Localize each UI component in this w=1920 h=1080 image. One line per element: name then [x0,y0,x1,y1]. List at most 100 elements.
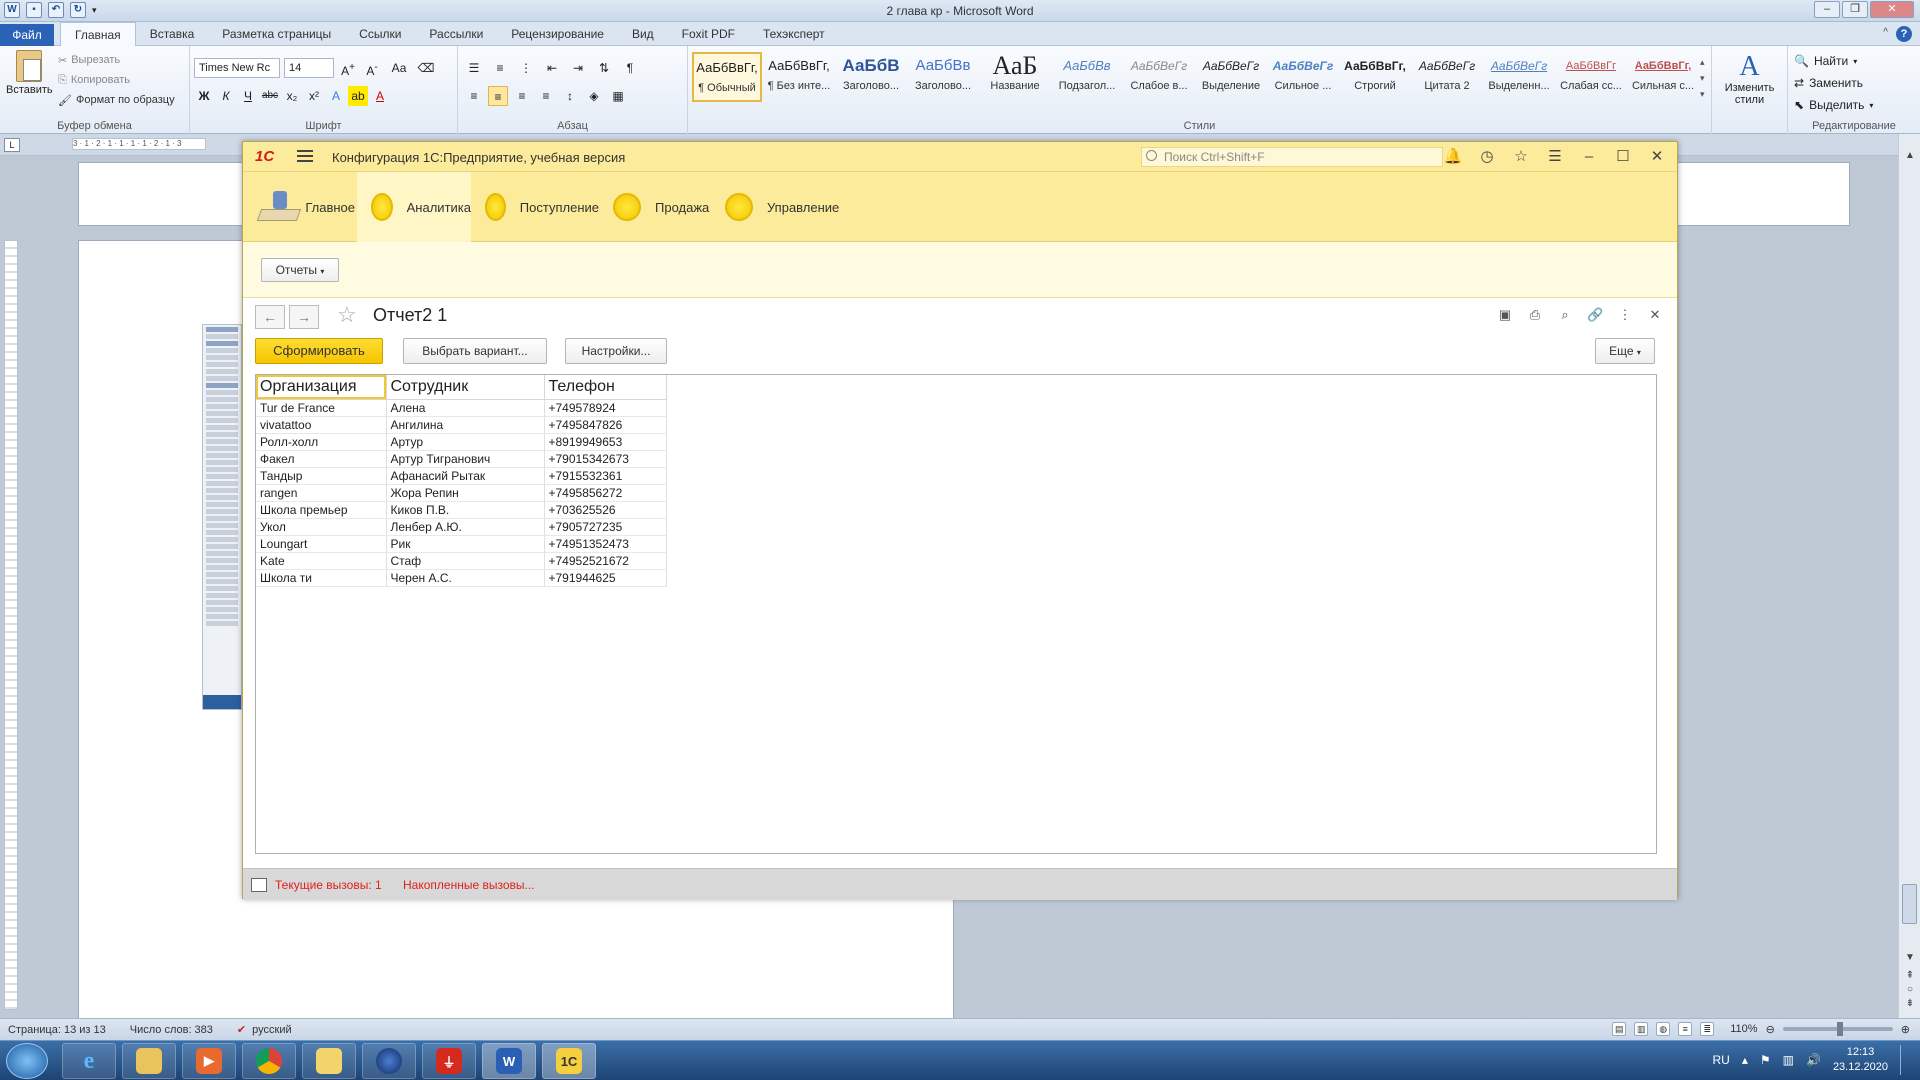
cell-employee[interactable]: Жора Репин [386,484,545,502]
print-icon[interactable]: ⎙ [1527,307,1543,323]
main-menu-icon[interactable] [297,150,313,162]
cell-employee[interactable]: Артур Тигранович [386,450,545,468]
status-page[interactable]: Страница: 13 из 13 [8,1024,106,1036]
cell-organization[interactable]: Школа ти [256,569,387,587]
tray-network-icon[interactable]: ▥ [1783,1053,1794,1067]
report-spreadsheet[interactable]: Организация Сотрудник Телефон Tur de Fra… [255,374,1657,854]
style-heading-1[interactable]: АаБбВ Заголово... [836,52,906,102]
numbering-icon[interactable]: ≡ [490,58,510,78]
style-intense-reference[interactable]: АаБбВвГг, Сильная с... [1628,52,1698,102]
scroll-thumb[interactable] [1902,884,1917,924]
tab-foxit-pdf[interactable]: Foxit PDF [668,22,749,46]
line-spacing-icon[interactable]: ↕ [560,86,580,106]
cell-employee[interactable]: Рик [386,535,545,553]
vertical-scrollbar[interactable]: ▲ ▼ ⇞ ○ ⇟ [1898,134,1920,1018]
highlight-icon[interactable]: ab [348,86,368,106]
window-list-icon[interactable] [251,878,267,892]
cell-organization[interactable]: Loungart [256,535,387,553]
favorites-star-icon[interactable]: ☆ [1509,147,1533,167]
font-color-icon[interactable]: A [370,86,390,106]
taskbar-1c-icon[interactable]: 1С [542,1043,596,1079]
zoom-level[interactable]: 110% [1730,1023,1757,1035]
current-calls-link[interactable]: Текущие вызовы: 1 [275,878,382,892]
forward-arrow-icon[interactable]: → [289,305,319,329]
tab-view[interactable]: Вид [618,22,668,46]
more-dropdown-button[interactable]: Еще ▾ [1595,338,1655,364]
tab-home[interactable]: Главная [60,22,136,46]
cut-button[interactable]: ✂ Вырезать [58,50,175,70]
change-case-button[interactable]: Аа [386,58,412,78]
section-management[interactable]: Управление [711,172,841,242]
section-analytics[interactable]: Аналитика [357,172,471,242]
notifications-bell-icon[interactable]: 🔔 [1441,147,1465,167]
section-sales[interactable]: Продажа [599,172,711,242]
align-right-icon[interactable]: ≡ [512,86,532,106]
add-to-favorites-star-icon[interactable]: ☆ [337,303,357,327]
paste-button[interactable]: Вставить [6,50,53,96]
tray-show-hidden-icon[interactable]: ▴ [1742,1053,1748,1067]
style-subtle-emphasis[interactable]: АаБбВеГг Слабое в... [1124,52,1194,102]
align-center-icon[interactable]: ≡ [488,86,508,106]
select-button[interactable]: ⬉ Выделить ▾ [1794,94,1873,116]
copy-button[interactable]: ⎘ Копировать [58,70,175,90]
tab-techexpert[interactable]: Техэксперт [749,22,839,46]
decrease-indent-icon[interactable]: ⇤ [542,58,562,78]
cell-employee[interactable]: Черен А.С. [386,569,545,587]
next-page-icon[interactable]: ⇟ [1899,998,1920,1009]
ribbon-collapse-icon[interactable]: ^ [1883,27,1888,38]
tab-selector-icon[interactable]: L [4,138,20,152]
format-painter-button[interactable]: 🖌 Формат по образцу [58,90,175,110]
column-header-phone[interactable]: Телефон [544,375,667,400]
subscript-button[interactable]: x₂ [282,86,302,106]
cell-employee[interactable]: Алена [386,399,545,417]
taskbar-globe-icon[interactable] [362,1043,416,1079]
text-effects-icon[interactable]: A [326,86,346,106]
styles-scroll-icon[interactable]: ▴ ▾ ▾ [1700,54,1712,102]
find-button[interactable]: 🔍 Найти ▾ [1794,50,1873,72]
taskbar-folder-icon[interactable] [302,1043,356,1079]
replace-button[interactable]: ⇄ Заменить [1794,72,1873,94]
cell-phone[interactable]: +74951352473 [544,535,667,553]
settings-button[interactable]: Настройки... [565,338,667,364]
history-icon[interactable]: ◷ [1475,147,1499,167]
strikethrough-button[interactable]: abc [260,86,280,106]
cell-organization[interactable]: Ролл-холл [256,433,387,451]
embedded-screenshot-image[interactable] [202,324,242,710]
status-language[interactable]: ✔ русский [237,1023,292,1037]
shrink-font-icon[interactable]: A- [362,58,382,78]
link-icon[interactable]: 🔗 [1587,307,1603,323]
section-main[interactable]: Главное [255,172,355,242]
maximize-button[interactable]: ❐ [1842,1,1868,18]
scroll-up-icon[interactable]: ▲ [1899,150,1920,161]
underline-button[interactable]: Ч [238,86,258,106]
borders-icon[interactable]: ▦ [608,86,628,106]
accumulated-calls-link[interactable]: Накопленные вызовы... [403,878,535,892]
more-actions-icon[interactable]: ⋮ [1617,307,1633,323]
reports-dropdown-button[interactable]: Отчеты ▾ [261,258,339,282]
cell-organization[interactable]: vivatattoo [256,416,387,434]
cell-organization[interactable]: Факел [256,450,387,468]
column-header-employee[interactable]: Сотрудник [386,375,545,400]
cell-organization[interactable]: Укол [256,518,387,536]
cell-phone[interactable]: +7905727235 [544,518,667,536]
cell-phone[interactable]: +749578924 [544,399,667,417]
clear-format-icon[interactable]: ⌫ [416,58,436,78]
tray-flag-icon[interactable]: ⚑ [1760,1053,1771,1067]
taskbar-explorer-icon[interactable] [122,1043,176,1079]
cell-employee[interactable]: Киков П.В. [386,501,545,519]
generate-report-button[interactable]: Сформировать [255,338,383,364]
bullets-icon[interactable]: ☰ [464,58,484,78]
style-subtle-reference[interactable]: АаБбВвГг Слабая сс... [1556,52,1626,102]
functions-menu-icon[interactable]: ☰ [1543,147,1567,167]
taskbar-pdf-icon[interactable]: ⏚ [422,1043,476,1079]
cell-employee[interactable]: Стаф [386,552,545,570]
taskbar-chrome-icon[interactable] [242,1043,296,1079]
outline-view-icon[interactable]: ≡ [1678,1022,1693,1036]
zoom-in-icon[interactable]: ⊕ [1901,1023,1910,1036]
show-marks-icon[interactable]: ¶ [620,58,640,78]
preview-icon[interactable]: ⌕ [1557,307,1573,323]
cell-phone[interactable]: +7915532361 [544,467,667,485]
style-emphasis[interactable]: АаБбВеГг Выделение [1196,52,1266,102]
help-icon[interactable]: ? [1896,26,1912,42]
tab-review[interactable]: Рецензирование [497,22,618,46]
